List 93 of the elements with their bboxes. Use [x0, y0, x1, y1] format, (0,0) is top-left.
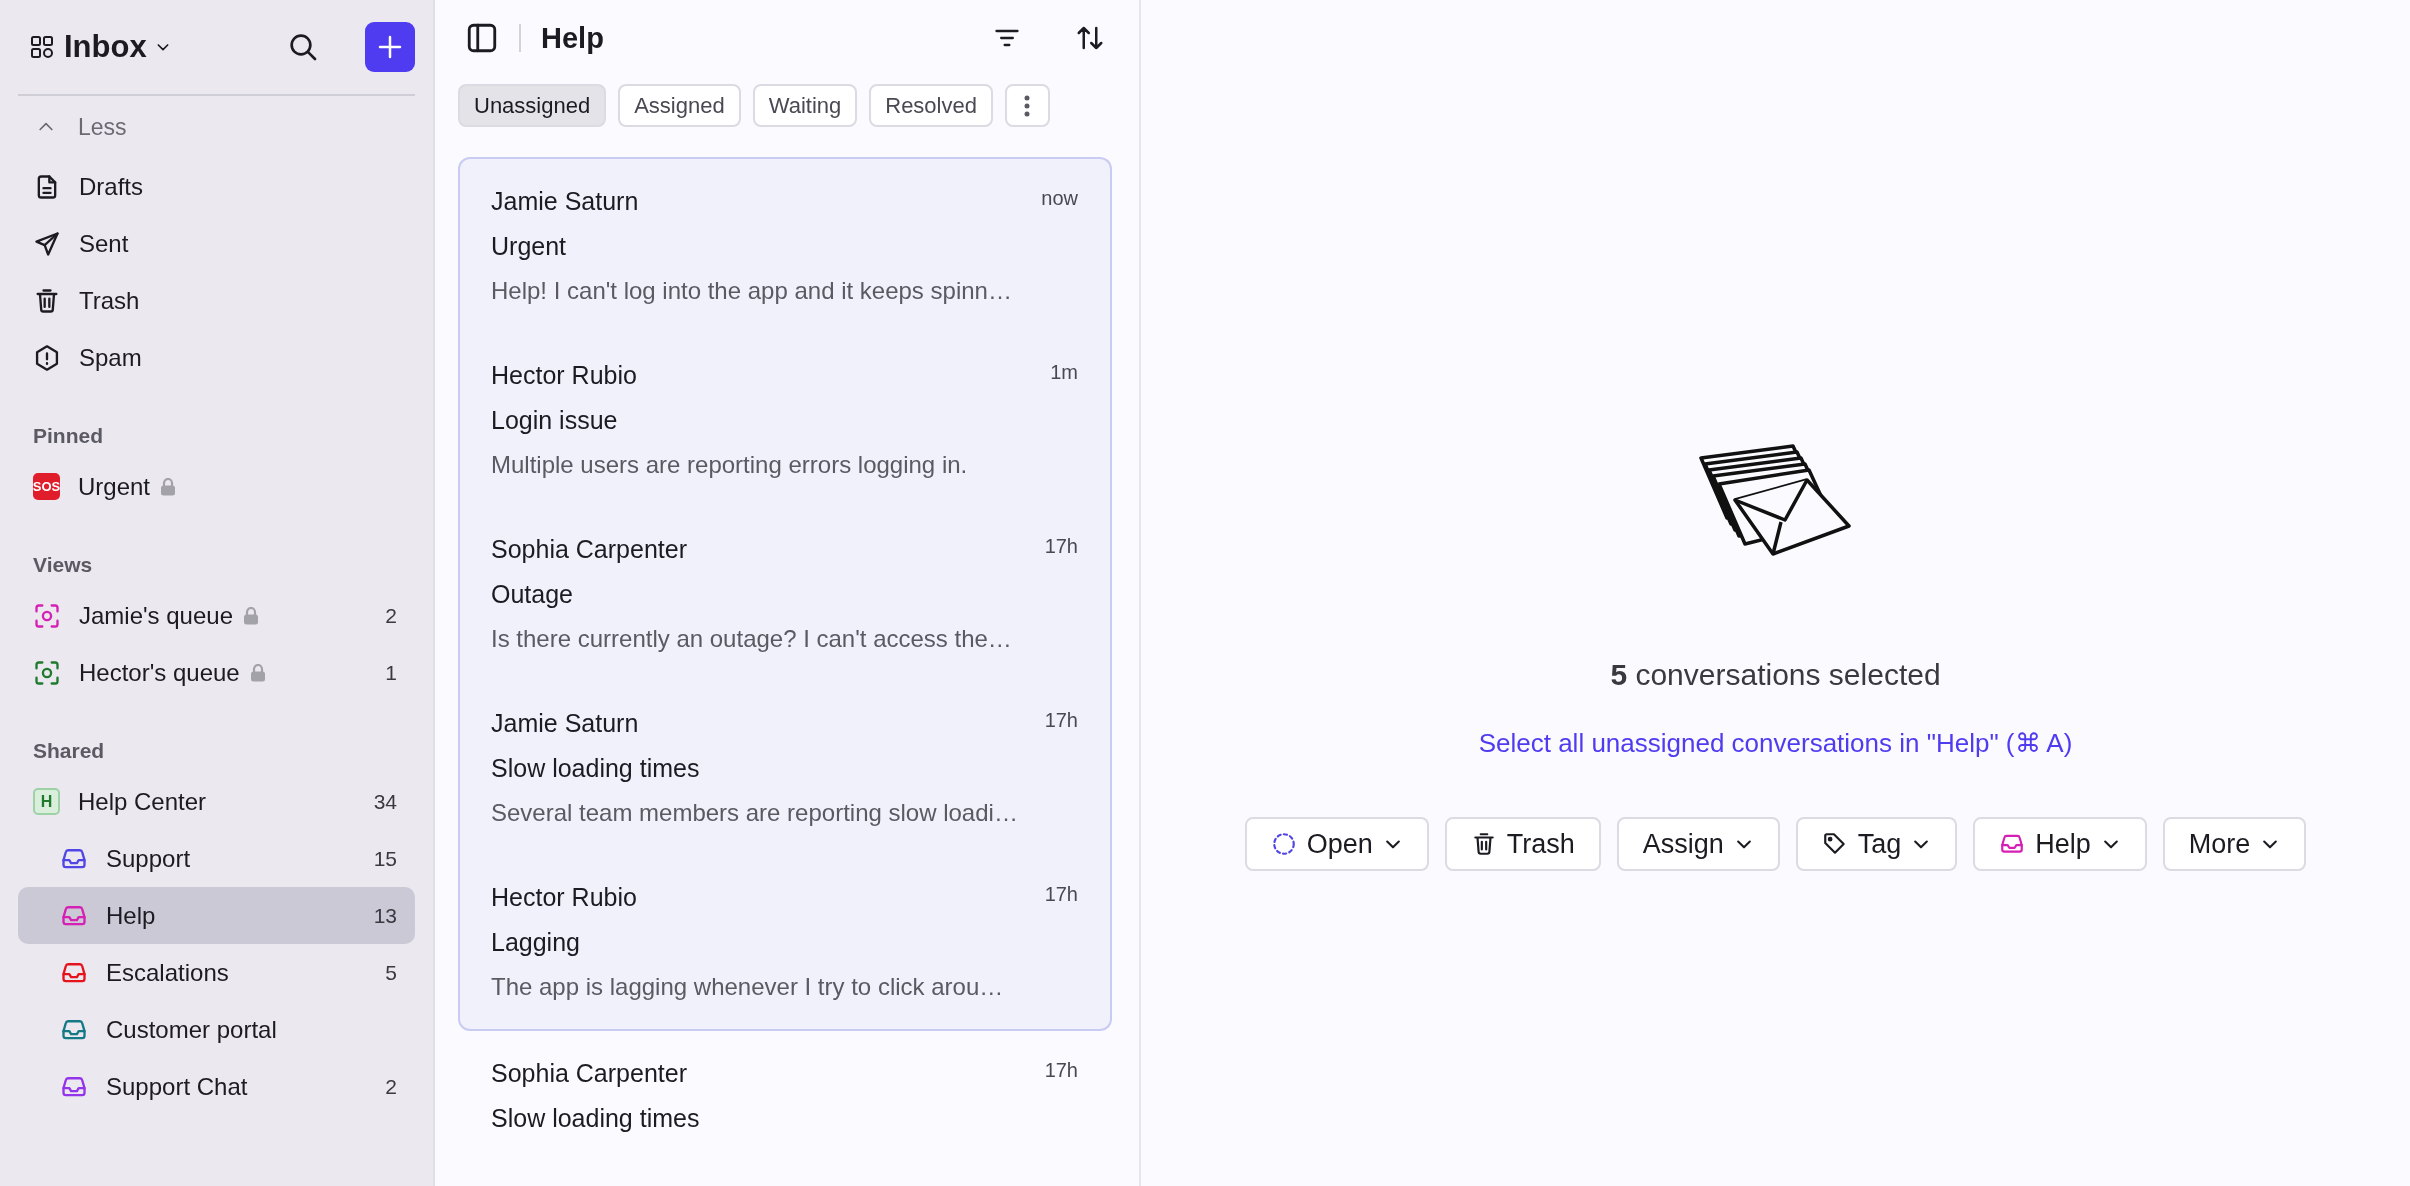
- action-button[interactable]: Assign: [1616, 817, 1780, 871]
- send-icon: [33, 229, 61, 258]
- sidebar-item[interactable]: Escalations 5: [18, 944, 415, 1001]
- inbox-menu-button[interactable]: Inbox: [64, 29, 171, 65]
- timestamp: 17h: [1044, 535, 1078, 559]
- item-count: 1: [385, 660, 397, 685]
- sidebar-item[interactable]: Customer portal: [18, 1001, 415, 1058]
- sidebar-toggle-button[interactable]: [465, 21, 499, 55]
- item-label: Support: [106, 844, 191, 873]
- item-count: 2: [385, 603, 397, 628]
- item-label: Urgent: [78, 472, 151, 501]
- section-heading: Shared: [33, 739, 106, 763]
- sidebar-item[interactable]: H Help Center 34: [18, 773, 415, 830]
- action-button[interactable]: Trash: [1444, 817, 1601, 871]
- list-title: Help: [541, 21, 604, 55]
- sidebar-item[interactable]: Drafts: [18, 158, 415, 215]
- item-label: Help Center: [78, 787, 207, 816]
- sender-name: Jamie Saturn: [491, 187, 639, 216]
- item-label: Jamie's queue: [79, 601, 233, 630]
- timestamp: 17h: [1044, 709, 1078, 733]
- sidebar-item[interactable]: Jamie's queue 2: [18, 587, 415, 644]
- message-preview: The app is lagging whenever I try to click arou…: [491, 973, 1005, 1001]
- conversation-subject: Lagging: [491, 928, 581, 957]
- panel-icon: [465, 21, 499, 55]
- timestamp: 17h: [1044, 883, 1078, 907]
- item-count: 5: [385, 960, 397, 985]
- filter-tab[interactable]: Unassigned: [458, 84, 607, 127]
- filter-tab[interactable]: Resolved: [869, 84, 993, 127]
- compose-button[interactable]: [365, 22, 415, 72]
- conversation-item[interactable]: Jamie Saturn now Urgent Help! I can't log into the app and it keeps spinn…: [458, 157, 1112, 333]
- action-button[interactable]: Help: [1973, 817, 2147, 871]
- selection-summary: 5 conversations selected: [1610, 658, 1941, 692]
- message-preview: Is there currently an outage? I can't access the…: [491, 625, 1013, 653]
- item-label: Support Chat: [106, 1072, 248, 1101]
- sidebar-item[interactable]: Support 15: [18, 830, 415, 887]
- sidebar-item[interactable]: Spam: [18, 329, 415, 386]
- sender-name: Hector Rubio: [491, 883, 637, 912]
- tag-icon: [1821, 831, 1848, 857]
- message-preview: Several team members are reporting slow loadi…: [491, 799, 1019, 827]
- conversation-subject: Outage: [491, 580, 574, 609]
- message-preview: Multiple users are reporting errors logging in.: [491, 451, 969, 479]
- conversation-subject: Slow loading times: [491, 754, 701, 783]
- section-heading: Views: [33, 553, 94, 577]
- conversation-item[interactable]: Hector Rubio 1m Login issue Multiple users are reporting errors logging in.: [458, 333, 1112, 507]
- item-label: Drafts: [79, 172, 143, 201]
- sidebar-item[interactable]: Hector's queue 1: [18, 644, 415, 701]
- warning-icon: [33, 343, 61, 372]
- sidebar-item[interactable]: Help 13: [18, 887, 415, 944]
- search-icon: [287, 31, 319, 63]
- conversation-subject: Slow loading times: [491, 1104, 701, 1133]
- sender-name: Hector Rubio: [491, 361, 637, 390]
- select-all-link[interactable]: Select all unassigned conversations in "Help" (⌘ A): [1478, 728, 2073, 759]
- item-count: 15: [373, 846, 397, 871]
- action-button[interactable]: Open: [1244, 817, 1429, 871]
- sender-name: Sophia Carpenter: [491, 535, 687, 564]
- more-icon: [1024, 94, 1031, 117]
- timestamp: now: [1041, 187, 1078, 211]
- sos-badge: SOS: [33, 473, 60, 500]
- less-toggle[interactable]: Less: [18, 102, 415, 152]
- sidebar-item[interactable]: Sent: [18, 215, 415, 272]
- item-count: 2: [385, 1074, 397, 1099]
- item-label: Spam: [79, 343, 142, 372]
- sidebar-item[interactable]: SOS Urgent: [18, 458, 415, 515]
- item-count: 34: [373, 789, 397, 814]
- team-badge: H: [33, 788, 60, 815]
- item-label: Help: [106, 901, 156, 930]
- sidebar-item[interactable]: Trash: [18, 272, 415, 329]
- item-label: Sent: [79, 229, 129, 258]
- item-label: Trash: [79, 286, 140, 315]
- item-label: Hector's queue: [79, 658, 240, 687]
- conversation-item[interactable]: Sophia Carpenter 17h Outage Is there currently an outage? I can't access the…: [458, 507, 1112, 681]
- conversation-subject: Login issue: [491, 406, 619, 435]
- message-preview: Help! I can't log into the app and it keeps spinn…: [491, 277, 1013, 305]
- item-count: 13: [373, 903, 397, 928]
- dashed-circle-icon: [1270, 831, 1297, 857]
- conversation-item[interactable]: Sophia Carpenter 17h Slow loading times: [458, 1031, 1112, 1161]
- section-heading: Pinned: [33, 424, 104, 448]
- conversation-item[interactable]: Hector Rubio 17h Lagging The app is lagging whenever I try to click arou…: [458, 855, 1112, 1031]
- more-tabs-button[interactable]: [1004, 84, 1050, 127]
- sender-name: Sophia Carpenter: [491, 1059, 687, 1088]
- action-button[interactable]: Tag: [1795, 817, 1958, 871]
- conversation-subject: Urgent: [491, 232, 568, 261]
- timestamp: 1m: [1050, 361, 1078, 385]
- timestamp: 17h: [1044, 1059, 1078, 1083]
- sender-name: Jamie Saturn: [491, 709, 639, 738]
- conversation-item[interactable]: Jamie Saturn 17h Slow loading times Several team members are reporting slow loadi…: [458, 681, 1112, 855]
- action-button[interactable]: More: [2162, 817, 2307, 871]
- filter-tab[interactable]: Waiting: [752, 84, 858, 127]
- item-label: Customer portal: [106, 1015, 277, 1044]
- filter-tab[interactable]: Assigned: [618, 84, 741, 127]
- grid-icon: [30, 35, 54, 59]
- sidebar-item[interactable]: Support Chat 2: [18, 1058, 415, 1115]
- item-label: Escalations: [106, 958, 229, 987]
